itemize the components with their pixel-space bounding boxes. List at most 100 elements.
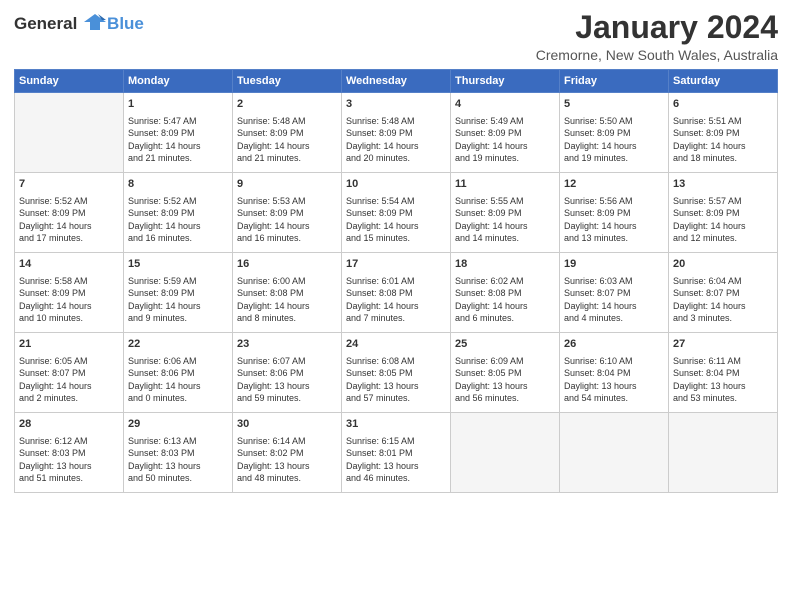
day-number: 18 xyxy=(455,257,555,272)
calendar-cell: 30 Sunrise: 6:14 AM Sunset: 8:02 PM Dayli… xyxy=(233,413,342,493)
day-info: Sunrise: 5:59 AM Sunset: 8:09 PM Dayligh… xyxy=(128,275,228,325)
calendar-cell: 1 Sunrise: 5:47 AM Sunset: 8:09 PM Daylig… xyxy=(124,93,233,173)
day-number: 5 xyxy=(564,97,664,112)
day-info: Sunrise: 5:48 AM Sunset: 8:09 PM Dayligh… xyxy=(346,115,446,165)
calendar-cell: 28Sunrise: 6:12 AM Sunset: 8:03 PM Dayli… xyxy=(15,413,124,493)
day-info: Sunrise: 6:10 AM Sunset: 8:04 PM Dayligh… xyxy=(564,355,664,405)
weekday-header: Wednesday xyxy=(342,70,451,93)
day-number: 4 xyxy=(455,97,555,112)
day-number: 24 xyxy=(346,337,446,352)
day-info: Sunrise: 5:51 AM Sunset: 8:09 PM Dayligh… xyxy=(673,115,773,165)
weekday-header: Friday xyxy=(560,70,669,93)
calendar-week-row: 7 Sunrise: 5:52 AM Sunset: 8:09 PM Daylig… xyxy=(15,173,778,253)
day-info: Sunrise: 6:07 AM Sunset: 8:06 PM Dayligh… xyxy=(237,355,337,405)
day-info: Sunrise: 6:01 AM Sunset: 8:08 PM Dayligh… xyxy=(346,275,446,325)
day-number: 28 xyxy=(19,417,119,432)
day-number: 16 xyxy=(237,257,337,272)
day-number: 11 xyxy=(455,177,555,192)
weekday-header-row: SundayMondayTuesdayWednesdayThursdayFrid… xyxy=(15,70,778,93)
page: General Blue January 2024 Cremorne, New … xyxy=(0,0,792,503)
calendar-cell xyxy=(15,93,124,173)
calendar-cell: 4 Sunrise: 5:49 AM Sunset: 8:09 PM Daylig… xyxy=(451,93,560,173)
calendar-week-row: 14Sunrise: 5:58 AM Sunset: 8:09 PM Dayli… xyxy=(15,253,778,333)
day-number: 9 xyxy=(237,177,337,192)
logo-bird-icon xyxy=(84,12,106,34)
day-info: Sunrise: 5:50 AM Sunset: 8:09 PM Dayligh… xyxy=(564,115,664,165)
day-info: Sunrise: 6:08 AM Sunset: 8:05 PM Dayligh… xyxy=(346,355,446,405)
calendar-cell: 14Sunrise: 5:58 AM Sunset: 8:09 PM Dayli… xyxy=(15,253,124,333)
header: General Blue January 2024 Cremorne, New … xyxy=(14,10,778,63)
calendar-cell: 24 Sunrise: 6:08 AM Sunset: 8:05 PM Dayli… xyxy=(342,333,451,413)
calendar-week-row: 1 Sunrise: 5:47 AM Sunset: 8:09 PM Daylig… xyxy=(15,93,778,173)
day-info: Sunrise: 5:48 AM Sunset: 8:09 PM Dayligh… xyxy=(237,115,337,165)
day-info: Sunrise: 5:49 AM Sunset: 8:09 PM Dayligh… xyxy=(455,115,555,165)
calendar-cell: 29 Sunrise: 6:13 AM Sunset: 8:03 PM Dayli… xyxy=(124,413,233,493)
calendar-cell: 31Sunrise: 6:15 AM Sunset: 8:01 PM Dayli… xyxy=(342,413,451,493)
day-number: 20 xyxy=(673,257,773,272)
calendar-week-row: 21 Sunrise: 6:05 AM Sunset: 8:07 PM Dayli… xyxy=(15,333,778,413)
title-block: January 2024 Cremorne, New South Wales, … xyxy=(536,10,778,63)
weekday-header: Thursday xyxy=(451,70,560,93)
calendar-cell: 15 Sunrise: 5:59 AM Sunset: 8:09 PM Dayli… xyxy=(124,253,233,333)
calendar-cell: 22 Sunrise: 6:06 AM Sunset: 8:06 PM Dayli… xyxy=(124,333,233,413)
calendar-cell xyxy=(451,413,560,493)
day-number: 12 xyxy=(564,177,664,192)
calendar-cell: 5 Sunrise: 5:50 AM Sunset: 8:09 PM Daylig… xyxy=(560,93,669,173)
day-info: Sunrise: 6:02 AM Sunset: 8:08 PM Dayligh… xyxy=(455,275,555,325)
month-title: January 2024 xyxy=(536,10,778,45)
calendar-week-row: 28Sunrise: 6:12 AM Sunset: 8:03 PM Dayli… xyxy=(15,413,778,493)
day-info: Sunrise: 5:56 AM Sunset: 8:09 PM Dayligh… xyxy=(564,195,664,245)
day-info: Sunrise: 6:00 AM Sunset: 8:08 PM Dayligh… xyxy=(237,275,337,325)
day-number: 2 xyxy=(237,97,337,112)
day-info: Sunrise: 6:03 AM Sunset: 8:07 PM Dayligh… xyxy=(564,275,664,325)
calendar-cell: 27 Sunrise: 6:11 AM Sunset: 8:04 PM Dayli… xyxy=(669,333,778,413)
day-number: 10 xyxy=(346,177,446,192)
weekday-header: Tuesday xyxy=(233,70,342,93)
day-number: 7 xyxy=(19,177,119,192)
calendar-cell: 10 Sunrise: 5:54 AM Sunset: 8:09 PM Dayli… xyxy=(342,173,451,253)
day-info: Sunrise: 5:52 AM Sunset: 8:09 PM Dayligh… xyxy=(19,195,119,245)
calendar-cell xyxy=(669,413,778,493)
day-info: Sunrise: 6:05 AM Sunset: 8:07 PM Dayligh… xyxy=(19,355,119,405)
day-info: Sunrise: 6:06 AM Sunset: 8:06 PM Dayligh… xyxy=(128,355,228,405)
logo-blue: Blue xyxy=(107,14,144,34)
day-info: Sunrise: 6:04 AM Sunset: 8:07 PM Dayligh… xyxy=(673,275,773,325)
calendar-cell: 13Sunrise: 5:57 AM Sunset: 8:09 PM Dayli… xyxy=(669,173,778,253)
calendar-cell: 7 Sunrise: 5:52 AM Sunset: 8:09 PM Daylig… xyxy=(15,173,124,253)
day-number: 1 xyxy=(128,97,228,112)
calendar-cell: 12 Sunrise: 5:56 AM Sunset: 8:09 PM Dayli… xyxy=(560,173,669,253)
day-number: 27 xyxy=(673,337,773,352)
day-number: 17 xyxy=(346,257,446,272)
calendar-cell: 25Sunrise: 6:09 AM Sunset: 8:05 PM Dayli… xyxy=(451,333,560,413)
day-number: 15 xyxy=(128,257,228,272)
calendar-cell: 17 Sunrise: 6:01 AM Sunset: 8:08 PM Dayli… xyxy=(342,253,451,333)
calendar-cell: 2 Sunrise: 5:48 AM Sunset: 8:09 PM Daylig… xyxy=(233,93,342,173)
weekday-header: Saturday xyxy=(669,70,778,93)
day-number: 29 xyxy=(128,417,228,432)
day-info: Sunrise: 6:14 AM Sunset: 8:02 PM Dayligh… xyxy=(237,435,337,485)
day-info: Sunrise: 6:11 AM Sunset: 8:04 PM Dayligh… xyxy=(673,355,773,405)
day-number: 6 xyxy=(673,97,773,112)
day-number: 19 xyxy=(564,257,664,272)
weekday-header: Monday xyxy=(124,70,233,93)
logo-general: General xyxy=(14,14,77,33)
day-number: 21 xyxy=(19,337,119,352)
day-number: 22 xyxy=(128,337,228,352)
day-number: 8 xyxy=(128,177,228,192)
day-number: 3 xyxy=(346,97,446,112)
day-number: 13 xyxy=(673,177,773,192)
calendar-table: SundayMondayTuesdayWednesdayThursdayFrid… xyxy=(14,69,778,493)
day-info: Sunrise: 6:13 AM Sunset: 8:03 PM Dayligh… xyxy=(128,435,228,485)
day-info: Sunrise: 5:47 AM Sunset: 8:09 PM Dayligh… xyxy=(128,115,228,165)
day-info: Sunrise: 5:55 AM Sunset: 8:09 PM Dayligh… xyxy=(455,195,555,245)
calendar-cell: 16 Sunrise: 6:00 AM Sunset: 8:08 PM Dayli… xyxy=(233,253,342,333)
day-number: 26 xyxy=(564,337,664,352)
day-number: 23 xyxy=(237,337,337,352)
location: Cremorne, New South Wales, Australia xyxy=(536,47,778,63)
calendar-cell: 21 Sunrise: 6:05 AM Sunset: 8:07 PM Dayli… xyxy=(15,333,124,413)
calendar-cell: 11 Sunrise: 5:55 AM Sunset: 8:09 PM Dayli… xyxy=(451,173,560,253)
day-number: 30 xyxy=(237,417,337,432)
weekday-header: Sunday xyxy=(15,70,124,93)
day-info: Sunrise: 5:54 AM Sunset: 8:09 PM Dayligh… xyxy=(346,195,446,245)
day-number: 31 xyxy=(346,417,446,432)
